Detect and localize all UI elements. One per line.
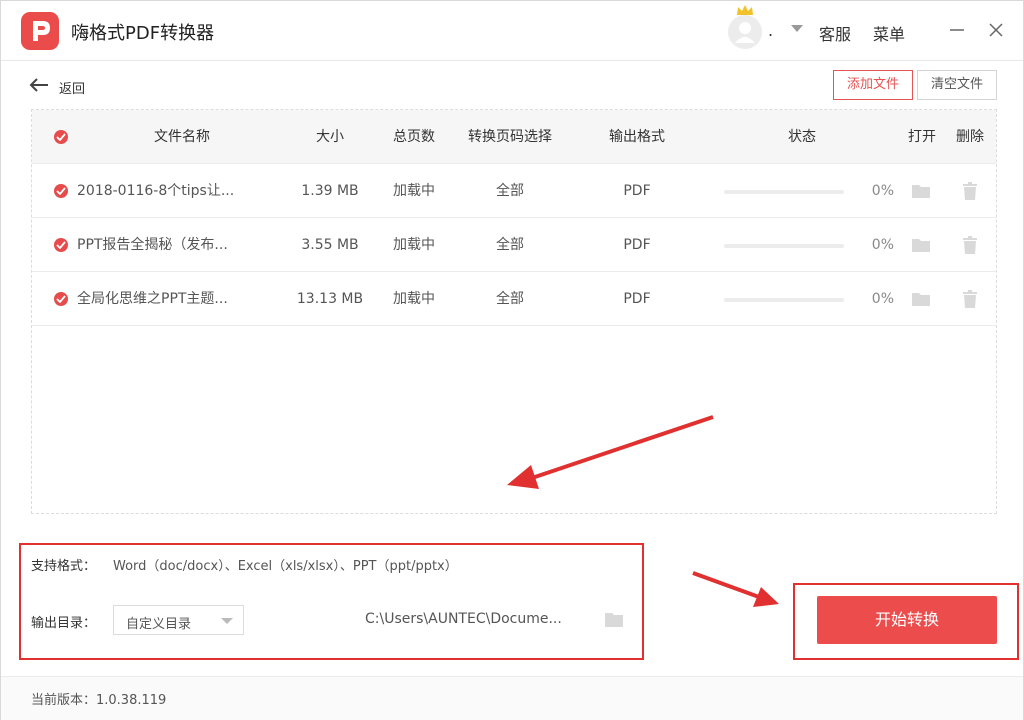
minimize-icon[interactable]: [946, 19, 968, 41]
table-row: PPT报告全揭秘（发布... 3.55 MB 加载中 全部 PDF 0%: [32, 218, 996, 272]
select-all-checkbox[interactable]: [54, 110, 68, 164]
user-icon: [735, 22, 755, 43]
file-size: 13.13 MB: [296, 291, 364, 307]
row-checkbox[interactable]: [54, 164, 68, 218]
close-icon[interactable]: [985, 19, 1007, 41]
version-text: 当前版本：1.0.38.119: [31, 693, 167, 708]
output-format: PDF: [623, 237, 651, 253]
annotation-arrow-icon: [692, 571, 779, 607]
title-bar: 嗨格式PDF转换器 . 客服 菜单: [1, 1, 1023, 61]
file-list: 文件名称 大小 总页数 转换页码选择 输出格式 状态 打开 删除 2018-01…: [31, 109, 997, 514]
output-format: PDF: [623, 291, 651, 307]
row-checkbox[interactable]: [54, 272, 68, 326]
column-header-name: 文件名称: [154, 129, 210, 145]
column-header-format: 输出格式: [609, 129, 665, 145]
file-size: 3.55 MB: [301, 237, 359, 253]
menu-link[interactable]: 菜单: [873, 21, 905, 45]
footer: 当前版本：1.0.38.119: [1, 676, 1023, 720]
progress-percent: 0%: [871, 291, 894, 307]
page-range-select[interactable]: 全部: [460, 272, 560, 326]
output-dir-select[interactable]: 自定义目录: [113, 605, 244, 635]
progress-percent: 0%: [871, 237, 894, 253]
formats-label: 支持格式：: [31, 559, 97, 574]
file-pages: 加载中: [393, 183, 435, 199]
output-path: C:\Users\AUNTEC\Docume...: [365, 611, 562, 627]
folder-icon[interactable]: [911, 181, 931, 201]
file-pages: 加载中: [393, 291, 435, 307]
table-row: 全局化思维之PPT主题... 13.13 MB 加载中 全部 PDF 0%: [32, 272, 996, 326]
arrow-left-icon: [29, 78, 48, 92]
progress-bar: [724, 298, 844, 302]
trash-icon[interactable]: [960, 235, 980, 255]
progress-bar: [724, 244, 844, 248]
output-format: PDF: [623, 183, 651, 199]
avatar[interactable]: [728, 15, 762, 49]
file-name: 全局化思维之PPT主题...: [77, 291, 228, 307]
column-header-range: 转换页码选择: [468, 129, 552, 145]
folder-icon[interactable]: [911, 235, 931, 255]
row-checkbox[interactable]: [54, 218, 68, 272]
column-header-open: 打开: [908, 129, 936, 145]
file-pages: 加载中: [393, 237, 435, 253]
folder-icon[interactable]: [604, 611, 624, 629]
table-row: 2018-0116-8个tips让... 1.39 MB 加载中 全部 PDF …: [32, 164, 996, 218]
app-logo: [21, 12, 59, 50]
add-file-button[interactable]: 添加文件: [833, 70, 913, 100]
page-range-select[interactable]: 全部: [460, 164, 560, 218]
start-convert-button[interactable]: 开始转换: [817, 596, 997, 644]
column-header-delete: 删除: [956, 129, 984, 145]
column-header-status: 状态: [788, 129, 816, 145]
chevron-down-icon[interactable]: [791, 25, 803, 32]
customer-service-link[interactable]: 客服: [819, 21, 851, 45]
chevron-down-icon: [221, 618, 233, 624]
column-header-pages: 总页数: [393, 129, 435, 145]
app-title: 嗨格式PDF转换器: [71, 23, 215, 44]
app-window: 嗨格式PDF转换器 . 客服 菜单 返回 添加文件 清空文件 文件名称 大小 总…: [0, 0, 1024, 720]
output-dir-label: 输出目录：: [31, 616, 97, 631]
back-label: 返回: [59, 82, 86, 97]
folder-icon[interactable]: [911, 289, 931, 309]
progress-bar: [724, 190, 844, 194]
trash-icon[interactable]: [960, 289, 980, 309]
file-name: PPT报告全揭秘（发布...: [77, 237, 228, 253]
column-header-size: 大小: [316, 129, 344, 145]
trash-icon[interactable]: [960, 181, 980, 201]
output-dir-select-value: 自定义目录: [126, 617, 192, 632]
progress-percent: 0%: [871, 183, 894, 199]
table-header: 文件名称 大小 总页数 转换页码选择 输出格式 状态 打开 删除: [32, 110, 996, 164]
file-name: 2018-0116-8个tips让...: [77, 183, 235, 199]
page-range-select[interactable]: 全部: [460, 218, 560, 272]
file-size: 1.39 MB: [301, 183, 359, 199]
clear-files-button[interactable]: 清空文件: [917, 70, 997, 100]
username: .: [768, 21, 774, 40]
formats-value: Word（doc/docx）、Excel（xls/xlsx）、PPT（ppt/p…: [113, 559, 458, 574]
